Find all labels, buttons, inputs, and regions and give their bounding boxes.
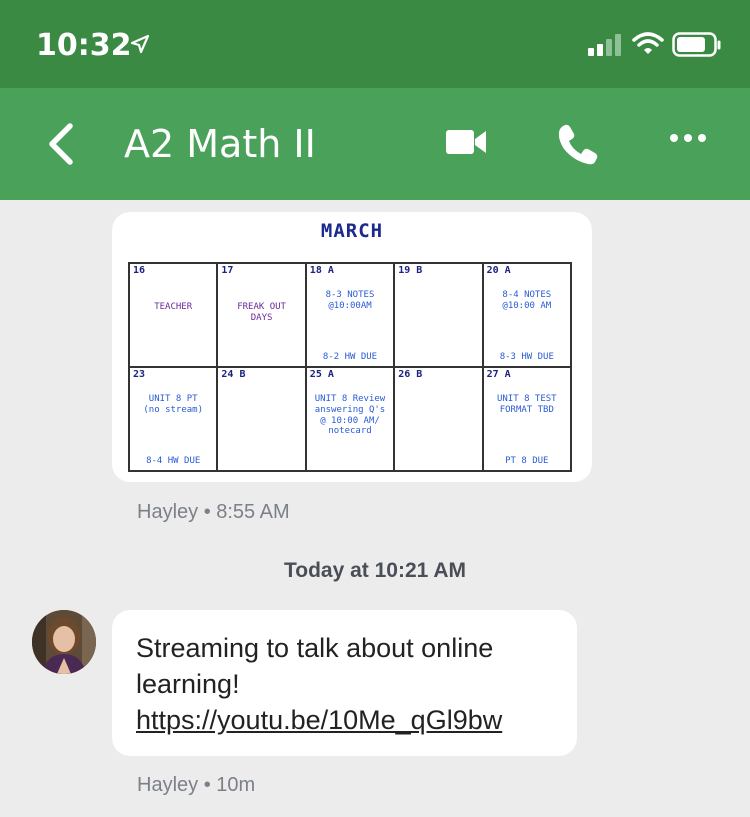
calendar-cell: 23 UNIT 8 PT (no stream) 8-4 HW DUE: [129, 367, 218, 471]
status-time: 10:32: [36, 28, 132, 63]
message-meta: Hayley • 10m: [137, 774, 256, 796]
calendar-footer: 8-3 HW DUE: [499, 352, 554, 363]
calendar-date: 18 A: [309, 265, 334, 276]
calendar-date: 24 B: [221, 369, 246, 380]
calendar-cell: 25 A UNIT 8 Review answering Q's @ 10:00 AM…: [305, 367, 395, 471]
image-message-meta: Hayley • 8:55 AM: [137, 501, 290, 523]
calendar-note-line: FREAK OUT: [237, 302, 286, 312]
calendar-cell: 24 B: [217, 367, 306, 471]
calendar-cell: 27 A UNIT 8 TEST FORMAT TBD PT 8 DUE: [482, 367, 571, 471]
calendar-note-line: (no stream): [143, 404, 203, 415]
chat-header: A2 Math II: [0, 88, 750, 200]
location-arrow-icon: [130, 34, 150, 54]
calendar-note-line: UNIT 8 PT: [148, 394, 198, 404]
calendar-note-line: DAYS: [250, 312, 273, 323]
calendar-note-line: UNIT 8 Review: [314, 394, 386, 404]
calendar-cell: 20 A 8-4 NOTES @10:00 AM 8-3 HW DUE: [482, 263, 571, 367]
calendar-footer: 8-4 HW DUE: [146, 456, 201, 467]
calendar-note: UNIT 8 TEST FORMAT TBD: [488, 394, 566, 416]
calendar-note: FREAK OUT DAYS: [222, 302, 300, 324]
calendar-date: 17: [221, 265, 234, 276]
calendar-cell: 17 FREAK OUT DAYS: [217, 263, 306, 367]
message-link[interactable]: https://youtu.be/10Me_qGl9bw: [136, 702, 553, 738]
calendar-note: UNIT 8 PT (no stream): [134, 394, 212, 416]
calendar-note-line: TEACHER: [154, 302, 193, 312]
calendar-note-line: answering Q's: [314, 404, 386, 415]
calendar-cell: 26 B: [394, 367, 483, 471]
message-text: Streaming to talk about online learning!: [136, 633, 494, 699]
calendar-image-message[interactable]: MARCH 16 TEACHER 17 FREAK OUT DAYS 18 A 8-3 NO…: [112, 212, 592, 482]
wifi-icon: [632, 32, 664, 54]
calendar-footer: PT 8 DUE: [505, 456, 549, 467]
message-bubble[interactable]: Streaming to talk about online learning!…: [112, 610, 577, 756]
avatar[interactable]: [32, 610, 96, 674]
calendar-date: 19 B: [398, 265, 423, 276]
status-bar: 10:32: [0, 0, 750, 88]
calendar-cell: 19 B: [394, 263, 483, 367]
battery-icon: [672, 32, 721, 57]
calendar-note-line: UNIT 8 TEST: [496, 394, 557, 404]
back-icon[interactable]: [42, 120, 82, 168]
phone-icon[interactable]: [556, 122, 600, 166]
calendar-note-line: @ 10:00 AM/: [320, 415, 380, 426]
calendar-date: 20 A: [486, 265, 511, 276]
calendar-note: UNIT 8 Review answering Q's @ 10:00 AM/not…: [311, 394, 389, 437]
calendar-note-line: FORMAT TBD: [499, 404, 554, 415]
calendar-date: 26 B: [398, 369, 423, 380]
more-options-icon[interactable]: [668, 130, 708, 146]
calendar-date: 27 A: [486, 369, 511, 380]
calendar-note-line: 8-3 NOTES: [325, 290, 375, 300]
calendar-date: 23: [133, 369, 146, 380]
calendar-note: 8-3 NOTES @10:00AM: [311, 290, 389, 312]
calendar-grid: 16 TEACHER 17 FREAK OUT DAYS 18 A 8-3 NOTES @10…: [128, 262, 572, 472]
calendar-date: 16: [133, 265, 146, 276]
video-call-icon[interactable]: [444, 126, 488, 158]
calendar-date: 25 A: [309, 369, 334, 380]
calendar-footer: 8-2 HW DUE: [322, 352, 378, 363]
calendar-note-line: 8-4 NOTES: [502, 290, 552, 300]
calendar-cell: 16 TEACHER: [129, 263, 218, 367]
calendar-note: TEACHER: [134, 302, 212, 313]
calendar-note-line: @10:00AM: [328, 300, 372, 311]
cellular-signal-icon: [588, 34, 621, 56]
calendar-title: MARCH: [320, 220, 384, 242]
avatar-portrait-icon: [32, 610, 96, 674]
calendar-note-line: @10:00 AM: [502, 300, 552, 311]
chat-title: A2 Math II: [124, 122, 316, 166]
calendar-note: 8-4 NOTES @10:00 AM: [488, 290, 566, 312]
calendar-cell: 18 A 8-3 NOTES @10:00AM 8-2 HW DUE: [305, 263, 395, 367]
date-separator: Today at 10:21 AM: [283, 559, 467, 582]
calendar-note-line: notecard: [328, 426, 372, 437]
